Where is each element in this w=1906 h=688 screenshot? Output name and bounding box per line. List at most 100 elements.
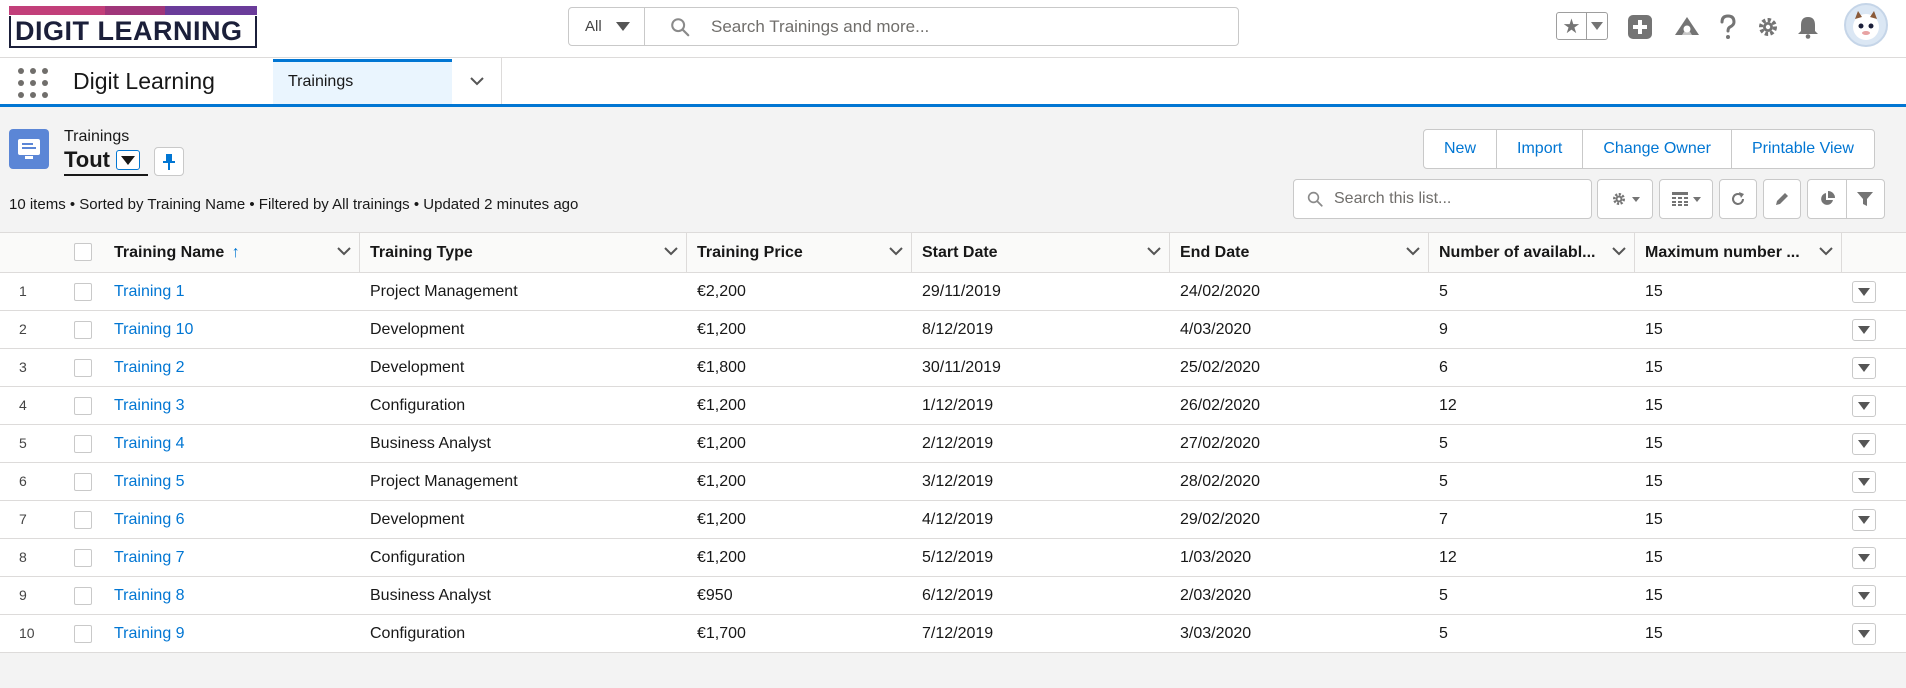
row-checkbox[interactable]	[74, 511, 92, 529]
training-type-cell: Business Analyst	[370, 587, 491, 604]
chart-filter-group	[1807, 179, 1885, 219]
end-date-cell: 1/03/2020	[1180, 549, 1252, 566]
list-view-name: Tout	[64, 147, 111, 172]
tab-trainings[interactable]: Trainings	[273, 59, 452, 104]
logo-color-bars	[9, 6, 257, 15]
list-view-dropdown[interactable]	[116, 150, 141, 170]
col-header-training-name[interactable]: Training Name ↑	[104, 233, 360, 273]
training-name-link[interactable]: Training 4	[104, 425, 185, 462]
tab-trainings-dropdown[interactable]	[452, 58, 502, 104]
chevron-down-icon[interactable]	[889, 247, 903, 256]
training-name-link[interactable]: Training 8	[104, 577, 185, 614]
row-actions-dropdown[interactable]	[1852, 623, 1876, 645]
setup-button[interactable]	[1753, 12, 1783, 42]
row-actions-dropdown[interactable]	[1852, 395, 1876, 417]
chevron-down-icon[interactable]	[1819, 247, 1833, 256]
app-launcher-icon[interactable]	[18, 68, 48, 98]
row-actions-dropdown[interactable]	[1852, 509, 1876, 531]
training-name-link[interactable]: Training 3	[104, 387, 185, 424]
maximum-number-cell: 15	[1645, 587, 1663, 604]
col-header-maximum-number[interactable]: Maximum number ...	[1635, 233, 1842, 273]
col-header-start-date[interactable]: Start Date	[912, 233, 1170, 273]
trailhead-button[interactable]	[1672, 12, 1702, 42]
available-seats-cell: 12	[1439, 549, 1457, 566]
digit-learning-logo[interactable]: DIGIT LEARNING	[9, 6, 257, 51]
help-button[interactable]	[1713, 12, 1743, 42]
training-price-cell: €1,800	[697, 359, 746, 376]
import-button[interactable]: Import	[1497, 130, 1584, 168]
chart-button[interactable]	[1808, 180, 1847, 218]
row-checkbox[interactable]	[74, 359, 92, 377]
chevron-down-icon[interactable]	[1147, 247, 1161, 256]
row-actions-dropdown[interactable]	[1852, 585, 1876, 607]
row-actions-dropdown[interactable]	[1852, 357, 1876, 379]
chevron-down-icon[interactable]	[1612, 247, 1626, 256]
favorites-button[interactable]: ★	[1556, 12, 1608, 40]
row-checkbox[interactable]	[74, 587, 92, 605]
row-actions-dropdown[interactable]	[1852, 281, 1876, 303]
star-icon[interactable]: ★	[1557, 13, 1587, 39]
row-checkbox[interactable]	[74, 435, 92, 453]
training-name-link[interactable]: Training 5	[104, 463, 185, 500]
training-price-cell: €1,200	[697, 397, 746, 414]
trainings-table: Training Name ↑ Training Type Training P…	[0, 232, 1906, 653]
row-checkbox[interactable]	[74, 321, 92, 339]
inline-edit-button[interactable]	[1763, 179, 1801, 219]
col-header-available-seats[interactable]: Number of availabl...	[1429, 233, 1635, 273]
row-checkbox[interactable]	[74, 625, 92, 643]
row-actions-dropdown[interactable]	[1852, 433, 1876, 455]
chevron-down-icon	[615, 22, 630, 31]
favorites-dropdown[interactable]	[1587, 13, 1607, 39]
refresh-button[interactable]	[1719, 179, 1757, 219]
end-date-cell: 28/02/2020	[1180, 473, 1261, 490]
question-mark-icon	[1720, 14, 1736, 39]
row-checkbox[interactable]	[74, 397, 92, 415]
maximum-number-cell: 15	[1645, 511, 1663, 528]
row-actions-dropdown[interactable]	[1852, 547, 1876, 569]
row-actions-dropdown[interactable]	[1852, 319, 1876, 341]
select-all-checkbox[interactable]	[74, 243, 92, 261]
col-header-training-type[interactable]: Training Type	[360, 233, 687, 273]
training-name-link[interactable]: Training 1	[104, 273, 185, 310]
col-header-training-price[interactable]: Training Price	[687, 233, 912, 273]
training-name-link[interactable]: Training 7	[104, 539, 185, 576]
notifications-button[interactable]	[1793, 12, 1823, 42]
training-name-link[interactable]: Training 9	[104, 615, 185, 652]
display-as-button[interactable]	[1659, 179, 1713, 219]
caret-down-icon	[1858, 402, 1870, 410]
row-checkbox[interactable]	[74, 473, 92, 491]
global-actions-button[interactable]	[1625, 12, 1655, 42]
row-actions-dropdown[interactable]	[1852, 471, 1876, 493]
change-owner-button[interactable]: Change Owner	[1583, 130, 1732, 168]
row-checkbox[interactable]	[74, 283, 92, 301]
list-search-input[interactable]	[1334, 190, 1574, 208]
global-search-input[interactable]	[711, 16, 1211, 37]
end-date-cell: 2/03/2020	[1180, 587, 1252, 604]
table-row: 9 Training 8 Business Analyst €950 6/12/2019…	[0, 577, 1906, 615]
astro-avatar-icon	[1853, 11, 1879, 40]
search-scope-dropdown[interactable]: All	[569, 8, 645, 45]
filter-button[interactable]	[1847, 180, 1885, 218]
list-settings-button[interactable]	[1597, 179, 1653, 219]
maximum-number-cell: 15	[1645, 549, 1663, 566]
printable-view-button[interactable]: Printable View	[1732, 130, 1874, 168]
table-header: Training Name ↑ Training Type Training P…	[0, 232, 1906, 273]
row-checkbox[interactable]	[74, 549, 92, 567]
training-type-cell: Development	[370, 321, 465, 338]
training-name-link[interactable]: Training 6	[104, 501, 185, 538]
pencil-icon	[1776, 193, 1788, 205]
list-view-selector[interactable]: Tout	[64, 146, 149, 176]
object-label: Trainings	[64, 128, 130, 145]
new-button[interactable]: New	[1424, 130, 1498, 168]
chevron-down-icon[interactable]	[664, 247, 678, 256]
pin-list-view-button[interactable]	[154, 147, 184, 176]
training-name-link[interactable]: Training 10	[104, 311, 193, 348]
chevron-down-icon[interactable]	[1406, 247, 1420, 256]
list-view-header: Trainings Tout New Import Change Owner P…	[0, 110, 1906, 230]
refresh-icon	[1732, 192, 1744, 205]
training-name-link[interactable]: Training 2	[104, 349, 185, 386]
col-header-end-date[interactable]: End Date	[1170, 233, 1429, 273]
user-avatar[interactable]	[1844, 3, 1888, 47]
chevron-down-icon[interactable]	[337, 247, 351, 256]
training-type-cell: Project Management	[370, 473, 518, 490]
